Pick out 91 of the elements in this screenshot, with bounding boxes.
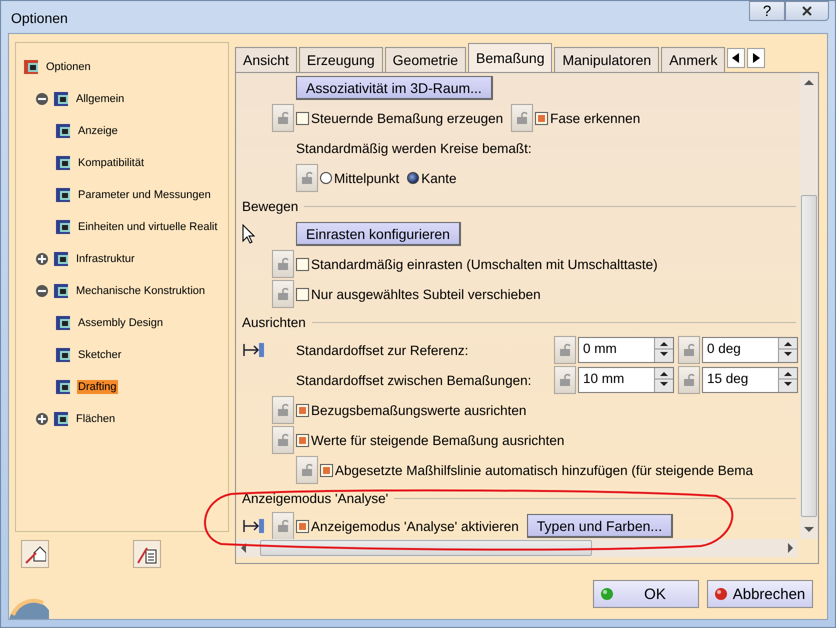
expand-icon[interactable] — [35, 252, 49, 266]
tab[interactable]: Manipulatoren — [554, 47, 660, 72]
checkbox-label: Abgesetzte Maßhilfslinie automatisch hinzufügen (für steigende Bema — [335, 462, 753, 478]
checkbox-label: Nur ausgewähltes Subteil verschieben — [311, 286, 541, 302]
lock-icon — [301, 171, 313, 185]
dialog-button[interactable]: Abbrechen — [707, 580, 813, 608]
tree-item[interactable]: Parameter und Messungen — [77, 188, 212, 202]
close-icon — [801, 5, 813, 17]
lock-icon — [277, 287, 289, 301]
collapse-icon[interactable] — [35, 284, 49, 298]
scroll-right-button[interactable] — [747, 48, 766, 68]
tree-item[interactable]: Kompatibilität — [77, 156, 146, 170]
triangle-right-icon — [752, 53, 760, 63]
checkbox[interactable] — [296, 112, 309, 124]
lock-icon — [277, 519, 289, 533]
dialog-button[interactable]: OK — [593, 580, 699, 608]
window-title: Optionen — [11, 10, 68, 26]
lock-icon — [277, 111, 289, 125]
status-dot-icon — [714, 587, 728, 601]
spin-field[interactable]: 0 mm — [578, 337, 674, 363]
checkbox[interactable] — [535, 112, 548, 124]
push-button[interactable]: Einrasten konfigurieren — [296, 222, 461, 246]
scroll-left-button[interactable] — [727, 48, 746, 68]
home-tool-button[interactable] — [21, 540, 49, 568]
tab[interactable]: Bemaßung — [468, 43, 552, 72]
spin-field[interactable]: 0 deg — [702, 337, 798, 363]
field-label: Standardoffset zwischen Bemaßungen: — [296, 372, 532, 388]
checkbox[interactable] — [296, 434, 309, 446]
checkbox[interactable] — [296, 258, 309, 270]
lock-icon — [559, 343, 571, 357]
expand-icon[interactable] — [35, 412, 49, 426]
lock-icon — [301, 463, 313, 477]
collapse-icon[interactable] — [35, 92, 49, 106]
lock-icon — [683, 373, 695, 387]
tree-item[interactable]: Sketcher — [77, 348, 122, 362]
tree-item[interactable]: Einheiten und virtuelle Realit — [77, 220, 218, 234]
option-text: Standardmäßig werden Kreise bemaßt: — [296, 140, 532, 156]
radio-button[interactable] — [407, 172, 420, 184]
triangle-left-icon — [732, 53, 740, 63]
checkbox-label: Steuernde Bemaßung erzeugen — [311, 110, 504, 126]
dimension-icon — [242, 516, 266, 536]
checkbox[interactable] — [296, 404, 309, 416]
section-title: Bewegen — [242, 198, 298, 214]
section-title: Anzeigemodus 'Analyse' — [242, 490, 388, 506]
lock-icon — [559, 373, 571, 387]
checkbox[interactable] — [296, 520, 309, 532]
scroll-up-icon[interactable] — [804, 79, 814, 85]
help-button[interactable]: ? — [749, 1, 785, 21]
checkbox-label: Fase erkennen — [550, 110, 640, 126]
tab[interactable]: Geometrie — [384, 47, 466, 72]
spin-field[interactable]: 10 mm — [578, 367, 674, 393]
lock-icon — [683, 343, 695, 357]
spin-field[interactable]: 15 deg — [702, 367, 798, 393]
tree-item[interactable]: Allgemein — [75, 92, 126, 106]
push-button[interactable]: Typen und Farben... — [526, 514, 674, 538]
radio-label: Kante — [421, 170, 457, 186]
scroll-right-icon[interactable] — [788, 543, 794, 553]
tab[interactable]: Anmerk — [661, 47, 726, 72]
tree-item[interactable]: Infrastruktur — [75, 252, 136, 266]
checkbox-label: Bezugsbemaßungswerte ausrichten — [311, 402, 526, 418]
lock-icon — [277, 257, 289, 271]
checkbox[interactable] — [296, 288, 309, 300]
tree-item[interactable]: Anzeige — [77, 124, 119, 138]
close-button[interactable] — [785, 1, 829, 21]
tree-item[interactable]: Mechanische Konstruktion — [75, 284, 206, 298]
horizontal-scrollbar[interactable] — [236, 539, 798, 557]
tree-item[interactable]: Flächen — [75, 412, 116, 426]
tab[interactable]: Erzeugung — [298, 47, 383, 72]
push-button[interactable]: Assoziativität im 3D-Raum... — [296, 76, 493, 100]
document-tool-button[interactable] — [133, 540, 161, 568]
checkbox-label: Anzeigemodus 'Analyse' aktivieren — [311, 518, 519, 534]
field-label: Standardoffset zur Referenz: — [296, 342, 470, 358]
radio-button[interactable] — [320, 172, 332, 184]
checkbox[interactable] — [320, 464, 333, 476]
vertical-scrollbar[interactable] — [800, 73, 818, 539]
checkbox-label: Werte für steigende Bemaßung ausrichten — [311, 432, 564, 448]
tree-item[interactable]: Optionen — [45, 60, 92, 74]
dimension-icon — [242, 340, 266, 360]
lock-icon — [516, 111, 528, 125]
tree-item[interactable]: Assembly Design — [77, 316, 164, 330]
status-dot-icon — [600, 587, 614, 601]
scroll-left-icon[interactable] — [240, 543, 246, 553]
scroll-down-icon[interactable] — [804, 527, 814, 533]
radio-label: Mittelpunkt — [334, 170, 400, 186]
lock-icon — [277, 403, 289, 417]
lock-icon — [277, 433, 289, 447]
tree-item[interactable]: Drafting — [77, 380, 118, 394]
tab[interactable]: Ansicht — [235, 47, 297, 72]
section-title: Ausrichten — [242, 314, 306, 330]
checkbox-label: Standardmäßig einrasten (Umschalten mit Umschalttaste) — [311, 256, 658, 272]
mouse-pointer-icon — [242, 224, 256, 244]
